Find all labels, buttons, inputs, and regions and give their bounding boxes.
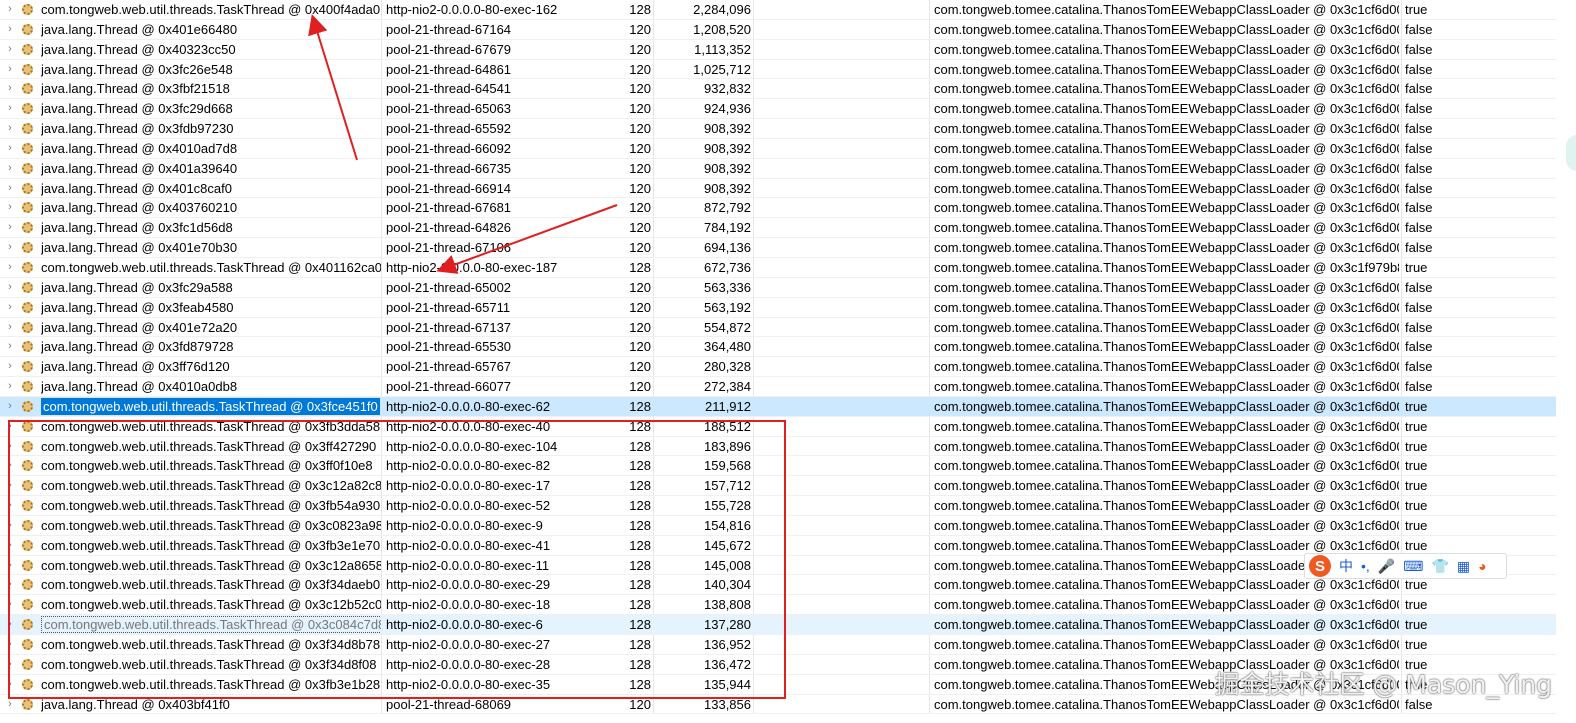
mascot-icon[interactable]: ◕ <box>1478 558 1486 574</box>
microphone-icon[interactable]: 🎤 <box>1378 558 1395 575</box>
toolbox-icon[interactable]: ▦ <box>1457 558 1470 575</box>
sogou-logo-icon[interactable]: S <box>1309 555 1331 577</box>
ime-toolbar[interactable]: S 中 •, 🎤 ⌨ 👕 ▦ ◕ <box>1304 553 1507 579</box>
ime-punctuation-toggle[interactable]: •, <box>1361 558 1370 574</box>
ime-language-toggle[interactable]: 中 <box>1339 556 1353 576</box>
arrow-to-exec-187-row <box>436 204 618 274</box>
watermark: 掘金技术社区 @ Mason_Ying <box>1214 670 1553 699</box>
annotation-arrows <box>308 14 618 274</box>
skin-icon[interactable]: 👕 <box>1431 558 1448 575</box>
arrow-to-top-row <box>308 14 358 161</box>
keyboard-icon[interactable]: ⌨ <box>1403 558 1423 575</box>
side-float-button[interactable] <box>1566 135 1576 171</box>
